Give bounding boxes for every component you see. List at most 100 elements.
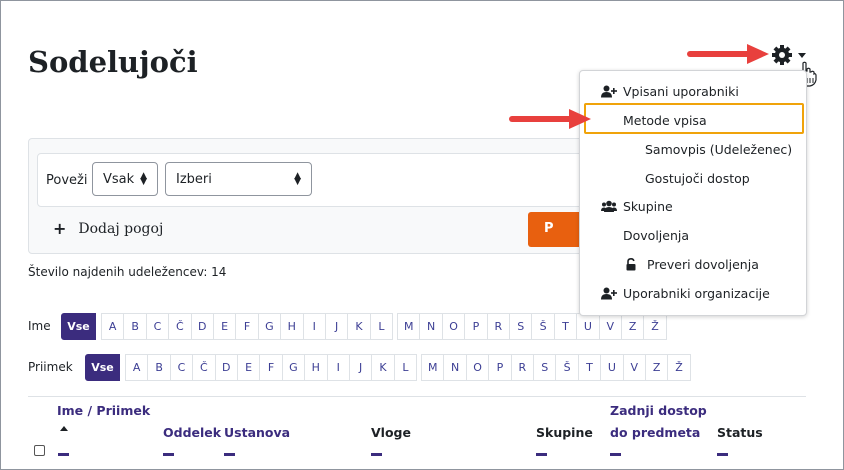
firstname-letters: Vse A B C Č D E F G H I J K L M N O P R S Š T U V Z Ž xyxy=(61,312,667,340)
lastname-letter-button[interactable]: Ž xyxy=(667,353,691,381)
lastname-letter-button[interactable]: J xyxy=(348,353,373,381)
firstname-letter-button[interactable]: E xyxy=(212,312,237,340)
lastname-letter-button[interactable]: C xyxy=(169,353,194,381)
firstname-letter-button[interactable]: B xyxy=(123,312,147,340)
match-select-value: Vsak xyxy=(103,172,135,187)
firstname-letter-button[interactable]: Ž xyxy=(643,312,667,340)
firstname-letter-button[interactable]: Z xyxy=(620,312,645,340)
lastname-letter-button[interactable]: H xyxy=(304,353,328,381)
chevron-down-icon[interactable] xyxy=(798,53,806,58)
sort-placeholder-icon[interactable] xyxy=(371,453,382,456)
screenshot-frame: Sodelujoči Poveži Vsak ▲ ▼ Izberi ▲ ▼ + … xyxy=(0,0,844,470)
filter-panel: Poveži Vsak ▲ ▼ Izberi ▲ ▼ + Dodaj pogoj xyxy=(28,138,597,254)
sort-ascending-icon xyxy=(60,426,68,431)
column-header-roles: Vloge xyxy=(371,425,411,440)
column-header-groups: Skupine xyxy=(536,425,593,440)
lastname-letter-button[interactable]: U xyxy=(600,353,624,381)
column-header-institution[interactable]: Ustanova xyxy=(224,425,290,440)
firstname-letter-button[interactable]: A xyxy=(101,312,125,340)
firstname-letter-button[interactable]: T xyxy=(553,312,578,340)
firstname-letter-button[interactable]: M xyxy=(397,312,421,340)
add-condition-label: Dodaj pogoj xyxy=(78,220,164,237)
lastname-letter-button[interactable]: O xyxy=(465,353,490,381)
firstname-letter-button[interactable]: J xyxy=(324,312,349,340)
menu-item-self-enrolment[interactable]: Samovpis (Udeleženec) xyxy=(645,142,792,157)
firstname-letter-button[interactable]: S xyxy=(509,312,533,340)
firstname-letter-button[interactable]: Š xyxy=(531,312,555,340)
firstname-letter-button[interactable]: U xyxy=(576,312,600,340)
sort-placeholder-icon[interactable] xyxy=(224,453,235,456)
user-plus-icon xyxy=(601,85,617,98)
lastname-letter-button[interactable]: Z xyxy=(644,353,669,381)
lastname-letter-button[interactable]: I xyxy=(326,353,350,381)
firstname-letter-button[interactable]: C xyxy=(145,312,170,340)
firstname-letter-button[interactable]: L xyxy=(369,312,394,340)
firstname-letter-button[interactable]: P xyxy=(464,312,488,340)
lastname-letter-button[interactable]: N xyxy=(443,353,467,381)
column-header-last-access[interactable]: Zadnji dostop xyxy=(610,403,707,418)
highlight-box xyxy=(584,103,804,134)
lastname-letter-button[interactable]: F xyxy=(259,353,283,381)
match-label: Poveži xyxy=(46,173,88,188)
lastname-all-button[interactable]: Vse xyxy=(85,353,120,381)
firstname-letter-button[interactable]: F xyxy=(235,312,259,340)
sort-placeholder-icon[interactable] xyxy=(536,453,547,456)
firstname-letter-button[interactable]: O xyxy=(441,312,466,340)
lastname-letter-button[interactable]: T xyxy=(577,353,602,381)
sort-placeholder-icon[interactable] xyxy=(163,453,174,456)
firstname-letter-button[interactable]: K xyxy=(347,312,371,340)
menu-item-check-permissions[interactable]: Preveri dovoljenja xyxy=(625,257,759,272)
menu-item-label: Preveri dovoljenja xyxy=(647,257,759,272)
column-header-status: Status xyxy=(717,425,763,440)
column-header-department[interactable]: Oddelek xyxy=(163,425,221,440)
firstname-letter-button[interactable]: I xyxy=(302,312,326,340)
menu-item-label: Samovpis (Udeleženec) xyxy=(645,142,793,157)
lastname-letter-button[interactable]: R xyxy=(510,353,535,381)
firstname-letter-button[interactable]: H xyxy=(280,312,304,340)
menu-item-label: Dovoljenja xyxy=(623,228,690,243)
firstname-letter-button[interactable]: R xyxy=(486,312,511,340)
firstname-letter-button[interactable]: V xyxy=(598,312,622,340)
user-plus-icon xyxy=(601,287,617,300)
lastname-letter-button[interactable]: Č xyxy=(192,353,216,381)
gear-icon[interactable] xyxy=(770,43,798,67)
sort-placeholder-icon[interactable] xyxy=(610,453,621,456)
column-header-last-access-line2[interactable]: do predmeta xyxy=(610,425,700,440)
menu-item-label: Vpisani uporabniki xyxy=(623,84,739,99)
menu-item-groups[interactable]: Skupine xyxy=(601,199,673,214)
menu-item-organisation-users[interactable]: Uporabniki organizacije xyxy=(601,286,770,301)
lastname-letters: Vse A B C Č D E F G H I J K L M N O P R S Š T U V Z Ž xyxy=(85,353,691,381)
lastname-letter-button[interactable]: S xyxy=(533,353,557,381)
participants-count: Število najdenih udeležencev: 14 xyxy=(28,265,227,279)
sort-placeholder-icon[interactable] xyxy=(717,453,728,456)
lastname-letter-button[interactable]: L xyxy=(393,353,418,381)
lastname-letter-button[interactable]: V xyxy=(622,353,646,381)
firstname-letter-button[interactable]: Č xyxy=(168,312,192,340)
lastname-letter-button[interactable]: K xyxy=(371,353,395,381)
lastname-letter-button[interactable]: M xyxy=(421,353,445,381)
annotation-arrow-icon xyxy=(509,109,591,129)
sort-placeholder-icon[interactable] xyxy=(58,453,69,456)
lastname-letter-button[interactable]: Š xyxy=(555,353,579,381)
column-header-name[interactable]: Ime / Priimek xyxy=(57,403,150,418)
lastname-letter-button[interactable]: P xyxy=(488,353,512,381)
lastname-letter-button[interactable]: E xyxy=(236,353,261,381)
add-condition-button[interactable]: + Dodaj pogoj xyxy=(53,219,163,238)
lastname-letter-button[interactable]: B xyxy=(147,353,171,381)
lastname-letter-button[interactable]: A xyxy=(125,353,149,381)
firstname-letter-button[interactable]: D xyxy=(190,312,214,340)
users-icon xyxy=(601,200,617,212)
plus-icon: + xyxy=(53,219,67,238)
menu-item-guest-access[interactable]: Gostujoči dostop xyxy=(645,171,750,186)
select-all-checkbox[interactable] xyxy=(34,445,45,456)
match-select[interactable]: Vsak ▲ ▼ xyxy=(92,162,158,196)
page-title: Sodelujoči xyxy=(28,45,198,79)
lastname-letter-button[interactable]: G xyxy=(281,353,306,381)
firstname-letter-button[interactable]: G xyxy=(257,312,282,340)
filter-type-select[interactable]: Izberi ▲ ▼ xyxy=(165,162,312,196)
firstname-letter-button[interactable]: N xyxy=(419,312,443,340)
lastname-letter-button[interactable]: D xyxy=(214,353,238,381)
menu-item-enrolled-users[interactable]: Vpisani uporabniki xyxy=(601,84,739,99)
menu-item-permissions[interactable]: Dovoljenja xyxy=(623,228,689,243)
firstname-all-button[interactable]: Vse xyxy=(61,312,96,340)
